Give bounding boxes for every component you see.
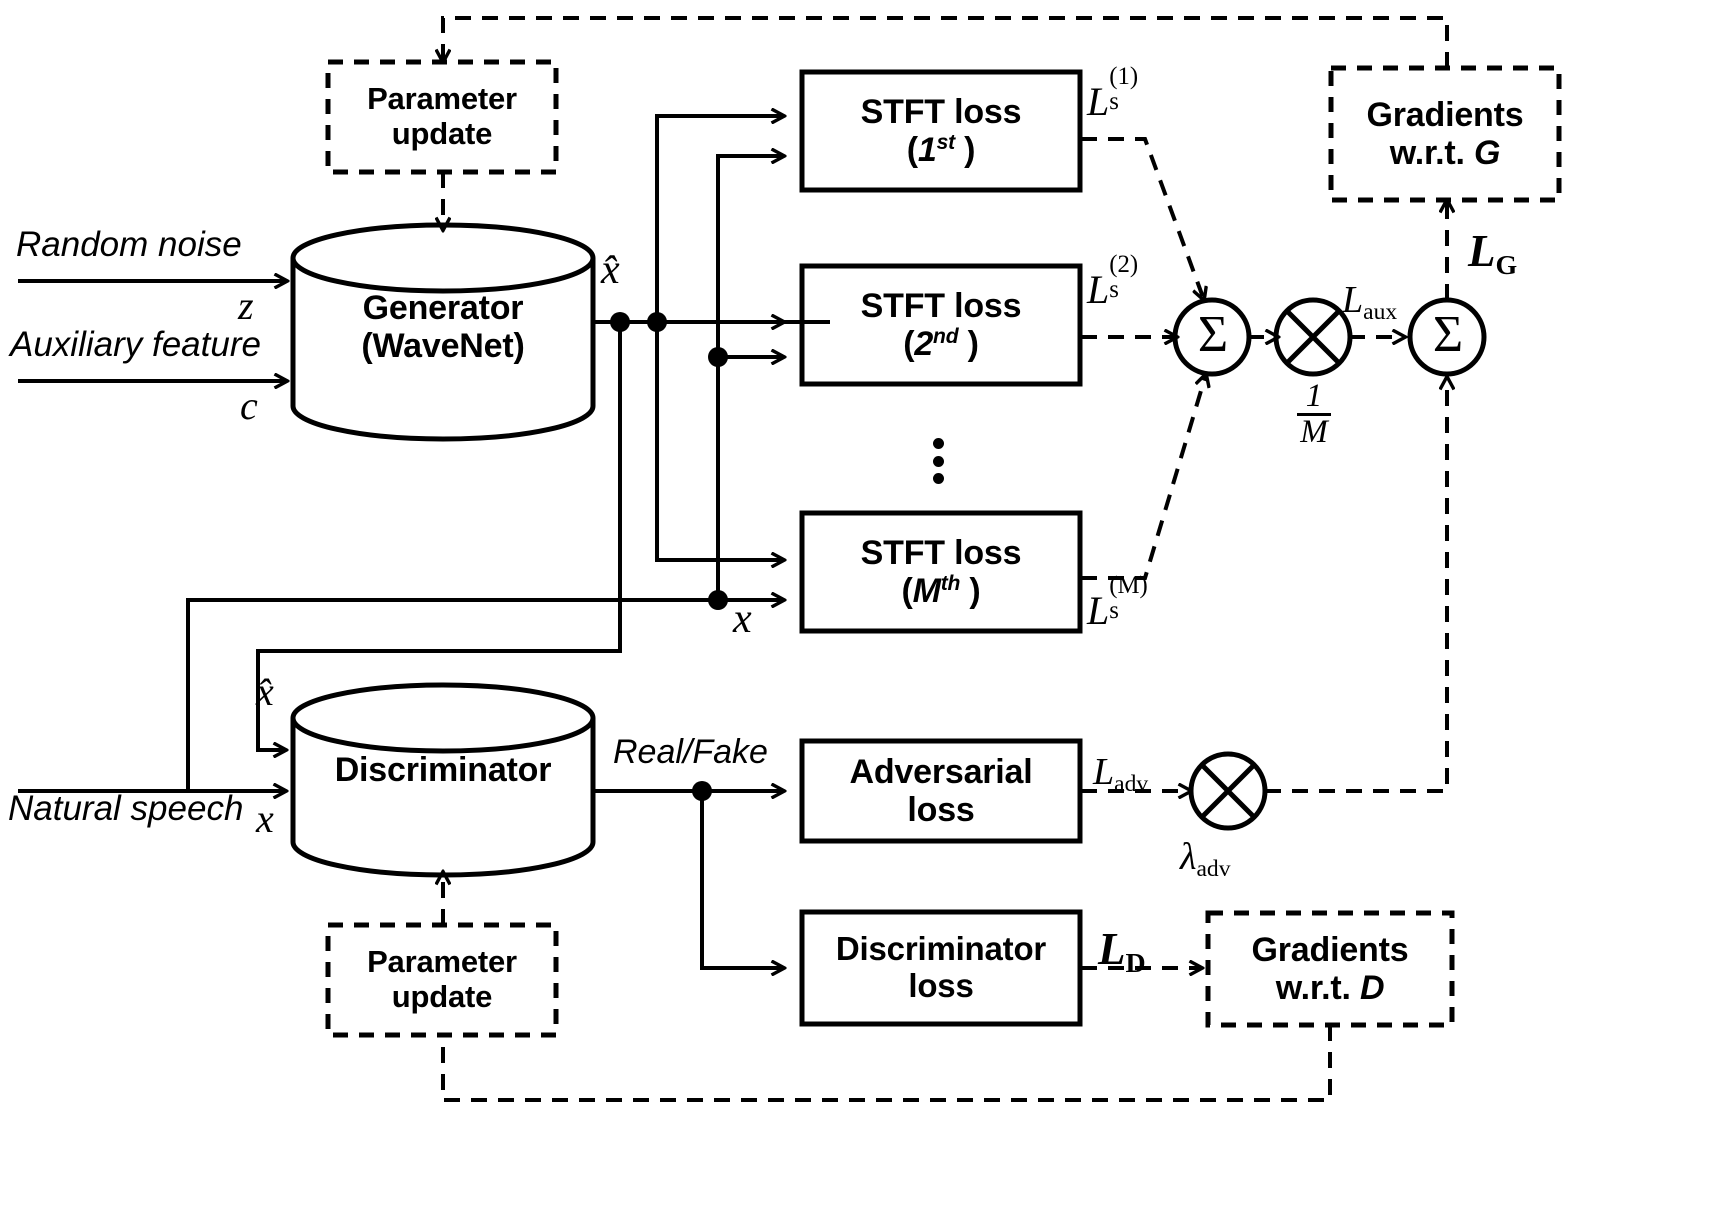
lambda-adv-subscript: adv — [1196, 856, 1231, 883]
edge-gradients-d-to-param-update — [441, 1025, 1332, 1102]
box-label-discriminator-loss: Discriminator loss — [802, 912, 1080, 1024]
box-label-param-update-bottom: Parameter update — [328, 925, 556, 1035]
op-caption-lambda-adv: λadv — [1180, 835, 1231, 883]
box-label-adversarial-loss: Adversarial loss — [802, 741, 1080, 841]
disc-loss-line2: loss — [908, 967, 974, 1004]
lambda-adv-base: λ — [1180, 836, 1197, 878]
op-glyph-sum-total: Σ — [1432, 306, 1464, 363]
label-l-s-2: L (2) s — [1087, 250, 1139, 312]
stft-1-line2: (1st ) — [906, 131, 976, 169]
box-label-stft-1: STFT loss (1st ) — [802, 72, 1080, 190]
param-update-bottom-line2: update — [391, 979, 493, 1014]
junction-dot — [610, 312, 630, 332]
grad-g-line2: w.r.t. G — [1389, 134, 1501, 172]
vertical-ellipsis-icon — [932, 438, 944, 484]
edge-gradients-g-to-param-update — [443, 16, 1449, 68]
one-over-m-denominator: M — [1300, 414, 1328, 450]
adv-loss-line1: Adversarial — [849, 752, 1033, 791]
edge-x-to-stft1 — [716, 156, 784, 600]
grad-d-line1: Gradients — [1251, 930, 1409, 969]
op-glyph-sum-stft: Σ — [1197, 306, 1229, 363]
junction-dot — [708, 347, 728, 367]
label-x-stft: x — [733, 596, 752, 642]
param-update-top-line2: update — [391, 116, 493, 151]
box-label-gradients-g: Gradients w.r.t. G — [1331, 68, 1559, 200]
box-label-generator: Generator (WaveNet) — [293, 272, 593, 382]
label-l-aux: Laux — [1342, 279, 1398, 326]
label-natural-speech: Natural speech — [8, 789, 244, 828]
edge-discriminator-to-disc-loss — [700, 791, 784, 968]
label-xhat-generator: x̂ — [601, 247, 620, 293]
label-random-noise: Random noise — [16, 225, 242, 264]
edge-x-to-stft2 — [716, 357, 784, 600]
box-label-discriminator: Discriminator — [293, 745, 593, 795]
label-z: z — [238, 283, 254, 328]
grad-d-line2: w.r.t. D — [1275, 969, 1385, 1007]
edge-xhat-to-stft1 — [655, 116, 784, 322]
diagram-canvas: Parameter update Generator (WaveNet) Dis… — [0, 0, 1720, 1218]
label-l-adv: Ladv — [1093, 751, 1149, 798]
stft-m-line2: (Mth ) — [901, 572, 981, 610]
param-update-top-line1: Parameter — [367, 81, 517, 117]
generator-line2: (WaveNet) — [361, 327, 525, 365]
stft-1-line1: STFT loss — [860, 92, 1022, 131]
discriminator-line1: Discriminator — [334, 750, 552, 789]
op-caption-one-over-m: 1 M — [1289, 380, 1339, 451]
one-over-m-numerator: 1 — [1297, 380, 1331, 416]
label-auxiliary-feature: Auxiliary feature — [10, 325, 261, 364]
label-l-s-m: L (M) s — [1087, 571, 1148, 633]
box-label-param-update-top: Parameter update — [328, 62, 556, 172]
box-label-gradients-d: Gradients w.r.t. D — [1208, 913, 1452, 1025]
label-x-discriminator: x — [256, 796, 274, 841]
op-scale-lambda-cross — [1200, 763, 1256, 819]
junction-dot — [708, 590, 728, 610]
stft-2-line2: (2nd ) — [903, 325, 979, 363]
stft-2-line1: STFT loss — [860, 286, 1022, 325]
box-label-stft-m: STFT loss (Mth ) — [802, 513, 1080, 631]
stft-m-line1: STFT loss — [860, 533, 1022, 572]
param-update-bottom-line1: Parameter — [367, 944, 517, 980]
label-xhat-discriminator: x̂ — [256, 669, 274, 714]
adv-loss-line2: loss — [907, 791, 975, 829]
generator-line1: Generator — [362, 288, 524, 327]
junction-dot — [647, 312, 667, 332]
label-l-g: LG — [1468, 226, 1518, 282]
junction-dot — [692, 781, 712, 801]
label-l-d: LD — [1098, 924, 1146, 980]
grad-g-line1: Gradients — [1366, 95, 1524, 134]
label-c: c — [240, 383, 258, 428]
label-l-s-1: L (1) s — [1087, 62, 1139, 124]
box-label-stft-2: STFT loss (2nd ) — [802, 266, 1080, 384]
op-scale-cross — [1285, 309, 1341, 365]
edge-lsm-to-sum — [1081, 374, 1206, 580]
disc-loss-line1: Discriminator — [835, 930, 1047, 968]
label-real-fake: Real/Fake — [613, 733, 768, 771]
